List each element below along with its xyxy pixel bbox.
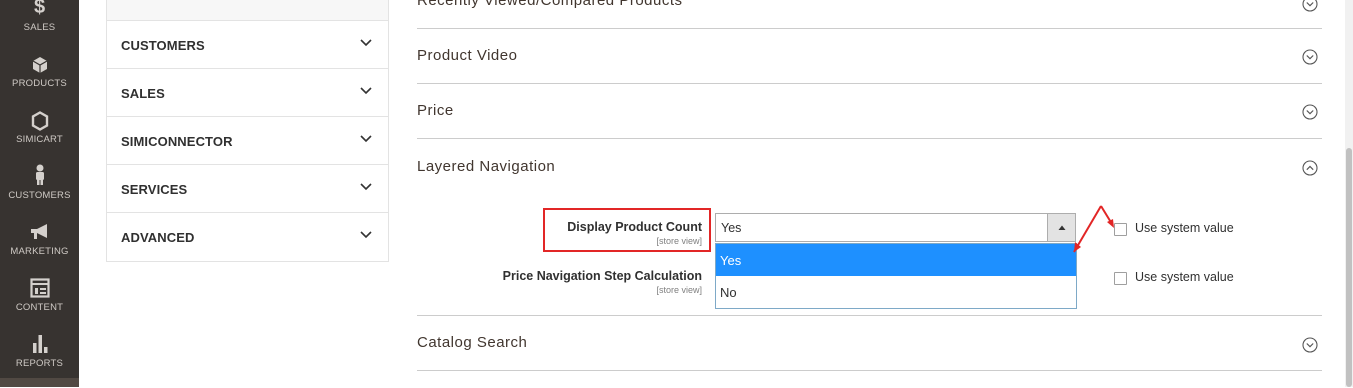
nav-label-products: PRODUCTS	[12, 78, 67, 89]
collapse-circle-icon	[1302, 160, 1318, 176]
hexagon-icon	[0, 111, 79, 136]
bar-chart-icon	[0, 334, 79, 359]
layout-icon	[0, 278, 79, 303]
admin-nav: $ SALES PRODUCTS SIMICART CUSTOMERS MARK…	[0, 0, 79, 387]
sidebar-item-label: SIMICONNECTOR	[121, 134, 233, 149]
person-icon	[0, 164, 79, 191]
sidebar-item-label: ADVANCED	[121, 230, 195, 245]
sidebar-item-sales[interactable]: SALES	[107, 69, 388, 117]
chevron-down-icon	[360, 87, 372, 95]
nav-label-sales: SALES	[23, 22, 56, 33]
sidebar-item-label: CUSTOMERS	[121, 38, 205, 53]
annotation-arrows	[1073, 205, 1114, 253]
nav-label-content: CONTENT	[15, 302, 64, 313]
expand-circle-icon	[1302, 0, 1318, 12]
chevron-down-icon	[360, 39, 372, 47]
sidebar-item-customers[interactable]: CUSTOMERS	[107, 21, 388, 69]
nav-item-sales[interactable]: $ SALES	[0, 0, 79, 56]
sidebar-item-services[interactable]: SERVICES	[107, 165, 388, 213]
chevron-down-icon	[360, 135, 372, 143]
display-product-count-label: Display Product Count	[567, 220, 702, 234]
use-system-value-label: Use system value	[1135, 270, 1234, 284]
expand-circle-icon	[1302, 49, 1318, 65]
use-system-value-checkbox[interactable]	[1114, 272, 1127, 285]
nav-label-reports: REPORTS	[15, 358, 64, 369]
scrollbar-thumb[interactable]	[1346, 148, 1352, 387]
nav-label-customers: CUSTOMERS	[8, 190, 71, 201]
price-navigation-step-label: Price Navigation Step Calculation	[502, 269, 702, 283]
expand-circle-icon	[1302, 337, 1318, 353]
section-price[interactable]: Price	[417, 84, 1322, 139]
sidebar-item-label: SALES	[121, 86, 165, 101]
nav-active-indicator	[0, 378, 79, 387]
option-no[interactable]: No	[716, 276, 1076, 308]
nav-item-products[interactable]: PRODUCTS	[0, 52, 79, 108]
chevron-down-icon	[360, 183, 372, 191]
section-layered-navigation[interactable]: Layered Navigation	[417, 139, 1322, 195]
sidebar-item-label: SERVICES	[121, 182, 188, 197]
sidebar-top-section	[107, 0, 388, 21]
section-product-video[interactable]: Product Video	[417, 29, 1322, 84]
section-title: Recently Viewed/Compared Products	[417, 0, 683, 9]
option-yes[interactable]: Yes	[716, 244, 1076, 276]
cube-icon	[0, 56, 79, 79]
nav-item-content[interactable]: CONTENT	[0, 276, 79, 332]
section-title: Catalog Search	[417, 334, 528, 351]
nav-label-marketing: MARKETING	[10, 246, 69, 257]
expand-circle-icon	[1302, 104, 1318, 120]
chevron-down-icon	[360, 231, 372, 239]
section-title: Product Video	[417, 47, 518, 64]
nav-item-simicart[interactable]: SIMICART	[0, 108, 79, 164]
scrollbar-track[interactable]	[1345, 0, 1353, 387]
nav-item-marketing[interactable]: MARKETING	[0, 220, 79, 276]
dollar-icon: $	[33, 0, 46, 18]
section-title: Layered Navigation	[417, 158, 556, 175]
section-recently-viewed[interactable]: Recently Viewed/Compared Products	[417, 0, 1322, 29]
display-product-count-select[interactable]: Yes	[715, 213, 1076, 242]
config-tabs-sidebar: CUSTOMERS SALES SIMICONNECTOR SERVICES A…	[106, 0, 389, 262]
scope-label: [store view]	[656, 285, 702, 295]
select-current-value: Yes	[721, 221, 742, 235]
sidebar-item-simiconnector[interactable]: SIMICONNECTOR	[107, 117, 388, 165]
use-system-value-label: Use system value	[1135, 221, 1234, 235]
sidebar-item-advanced[interactable]: ADVANCED	[107, 213, 388, 261]
section-catalog-search[interactable]: Catalog Search	[417, 315, 1322, 371]
display-product-count-options: Yes No	[715, 243, 1077, 309]
scope-label: [store view]	[656, 236, 702, 246]
section-title: Price	[417, 102, 454, 119]
nav-item-customers[interactable]: CUSTOMERS	[0, 164, 79, 220]
nav-label-simicart: SIMICART	[16, 134, 63, 145]
megaphone-icon	[0, 223, 79, 246]
